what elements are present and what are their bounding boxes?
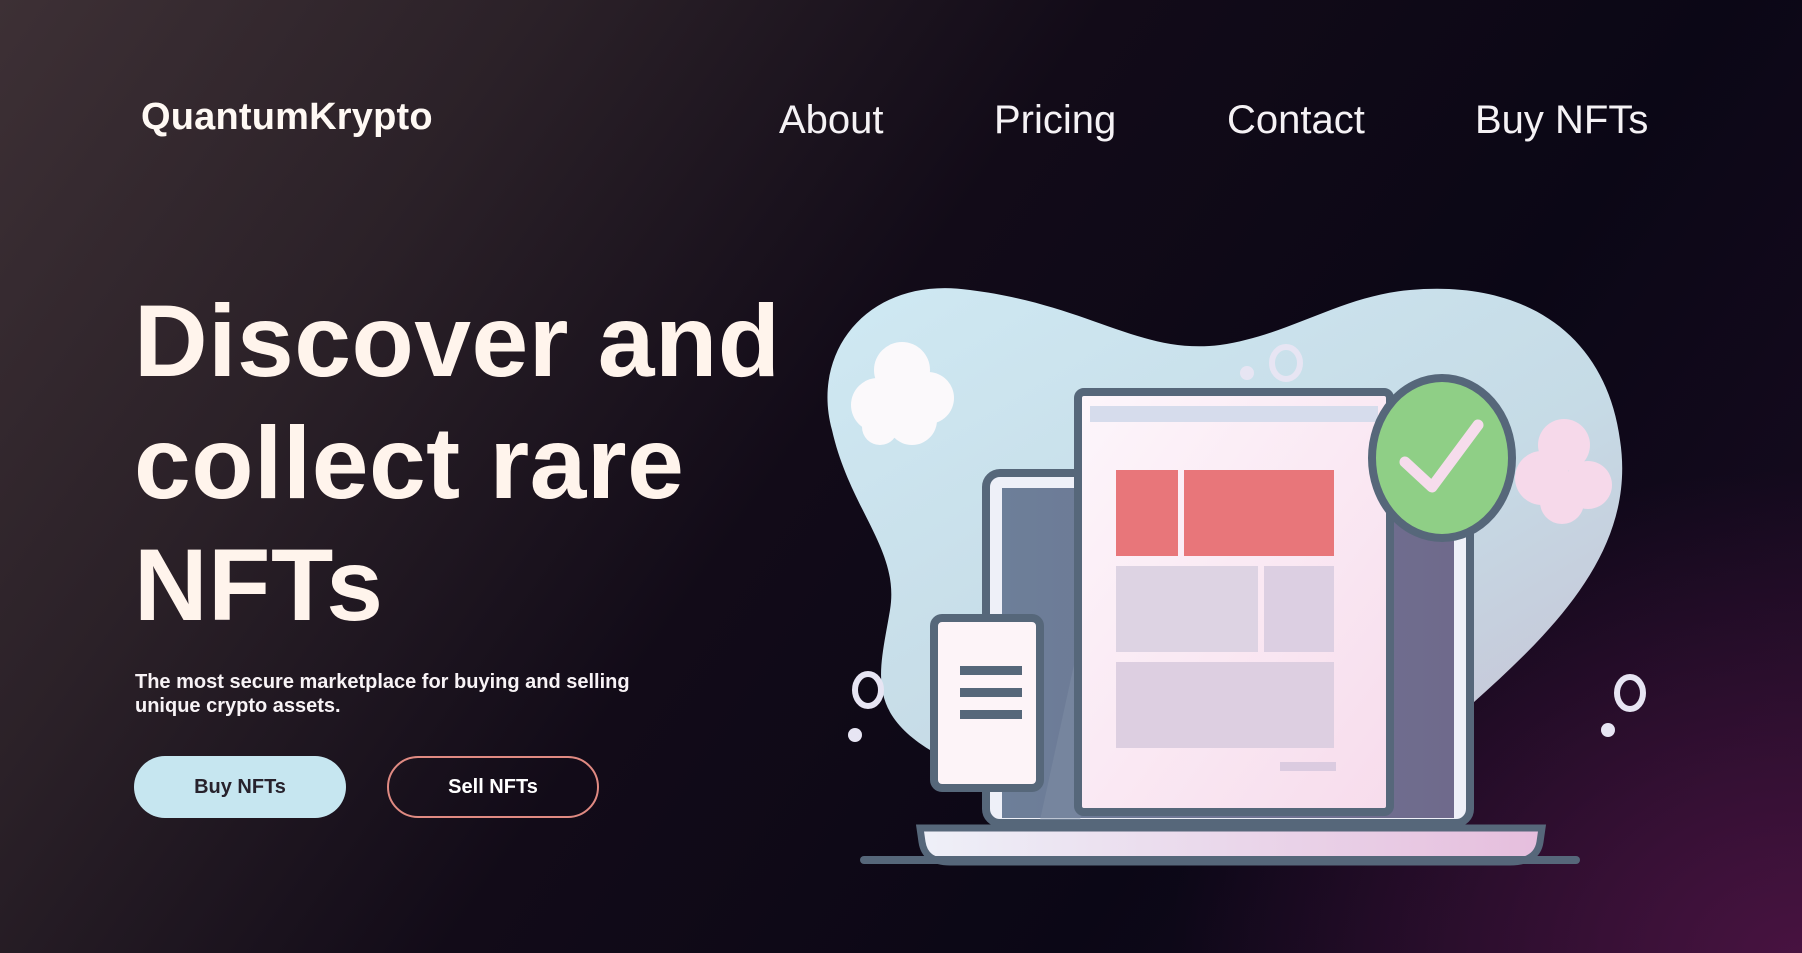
hero-headline: Discover and collect rare NFTs: [134, 284, 781, 642]
hero-illustration: [827, 288, 1646, 866]
nav-link-contact[interactable]: Contact: [1227, 98, 1365, 143]
nav-link-buy-nfts[interactable]: Buy NFTs: [1475, 98, 1648, 143]
webpage-icon: [1074, 388, 1394, 816]
checkmark-icon: [1368, 374, 1516, 542]
nav-link-pricing[interactable]: Pricing: [994, 98, 1116, 143]
nav-link-about[interactable]: About: [779, 98, 884, 143]
site-logo[interactable]: QuantumKrypto: [141, 96, 433, 139]
hero-subtext: The most secure marketplace for buying a…: [135, 671, 630, 717]
buy-nfts-button[interactable]: Buy NFTs: [134, 756, 346, 818]
phone-icon: [930, 614, 1044, 792]
sell-nfts-button[interactable]: Sell NFTs: [387, 756, 599, 818]
